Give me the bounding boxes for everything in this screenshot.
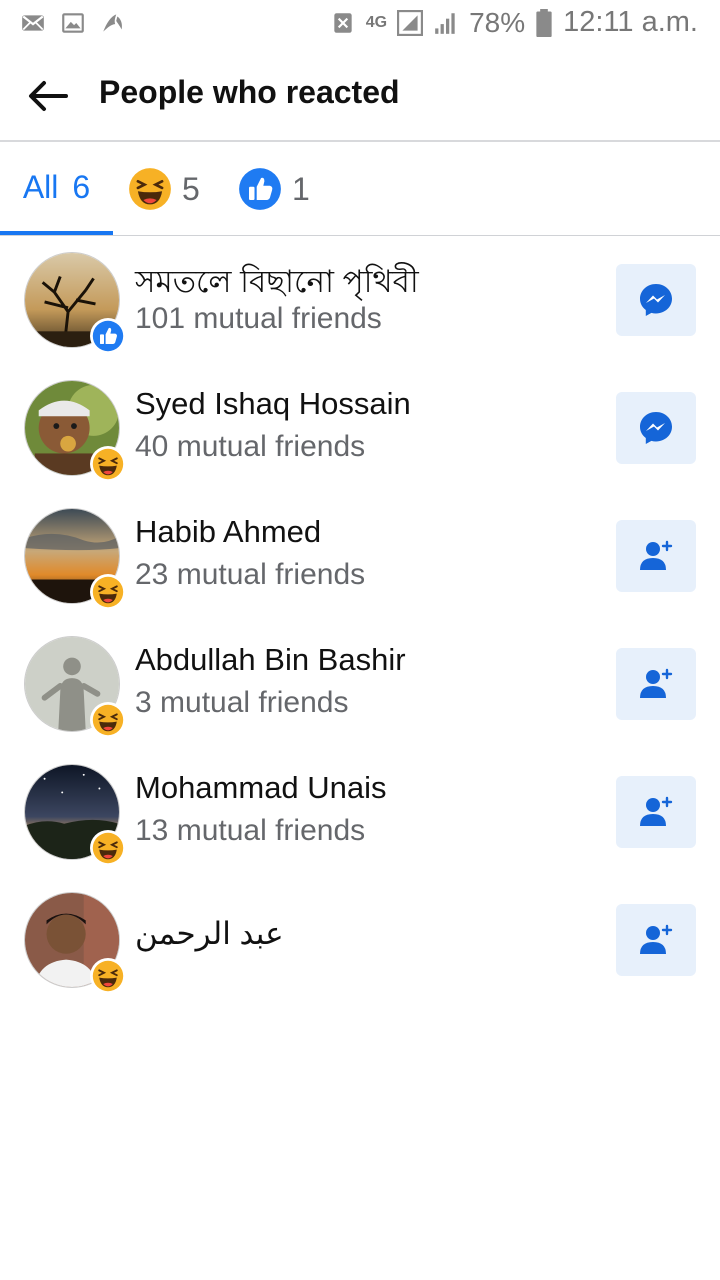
battery-percent: 78% — [469, 6, 526, 38]
person-name[interactable]: Syed Ishaq Hossain — [135, 386, 411, 422]
network-type: 4G — [365, 13, 388, 31]
back-arrow-icon[interactable] — [22, 70, 74, 122]
haha-reaction-icon — [90, 446, 126, 482]
mutual-friends: 40 mutual friends — [135, 430, 366, 463]
add-friend-icon — [640, 796, 673, 826]
add-friend-icon — [640, 668, 673, 698]
avatar-container — [24, 508, 126, 610]
tab-haha-count: 5 — [182, 170, 200, 207]
list-item[interactable]: Habib Ahmed 23 mutual friends — [0, 492, 720, 620]
mail-icon — [22, 15, 44, 31]
haha-reaction-icon — [90, 574, 126, 610]
tab-haha[interactable]: 5 — [128, 143, 200, 235]
haha-reaction-icon — [90, 830, 126, 866]
system-status: 4G 78% 12:11 a.m. — [330, 6, 698, 39]
signal-box-icon — [397, 9, 424, 36]
add-friend-button[interactable] — [616, 776, 696, 848]
message-button[interactable] — [616, 392, 696, 464]
mutual-friends: 13 mutual friends — [135, 814, 366, 847]
add-friend-icon — [640, 540, 673, 570]
avatar-container — [24, 636, 126, 738]
messenger-icon — [640, 284, 672, 316]
page-title: People who reacted — [99, 74, 400, 110]
person-name[interactable]: عبد الرحمن — [135, 916, 284, 952]
haha-reaction-icon — [90, 958, 126, 994]
list-item[interactable]: Abdullah Bin Bashir 3 mutual friends — [0, 620, 720, 748]
mutual-friends: 101 mutual friends — [135, 302, 382, 335]
avatar-container — [24, 764, 126, 866]
reactions-list: সমতলে বিছানো পৃথিবী 101 mutual friends S… — [0, 236, 720, 1004]
image-icon — [62, 13, 84, 33]
haha-reaction-icon — [90, 702, 126, 738]
avatar-container — [24, 892, 126, 994]
add-friend-button[interactable] — [616, 904, 696, 976]
tab-like-count: 1 — [292, 170, 310, 207]
add-friend-button[interactable] — [616, 648, 696, 720]
clock: 12:11 a.m. — [563, 6, 698, 38]
app-bar: People who reacted — [0, 48, 720, 142]
battery-icon — [536, 8, 552, 37]
status-bar: 4G 78% 12:11 a.m. — [0, 0, 720, 48]
tab-all[interactable]: All 6 — [0, 143, 113, 235]
tab-like[interactable]: 1 — [238, 143, 310, 235]
message-button[interactable] — [616, 264, 696, 336]
like-reaction-icon — [239, 168, 281, 210]
signal-bars-icon — [435, 12, 455, 34]
sim-icon — [334, 12, 352, 33]
notification-icons — [20, 10, 126, 36]
avatar-container — [24, 252, 126, 354]
reaction-tabs: All 6 5 1 — [0, 143, 720, 236]
haha-reaction-icon — [129, 168, 171, 210]
add-friend-icon — [640, 924, 673, 954]
person-name[interactable]: Habib Ahmed — [135, 514, 321, 550]
tab-all-count: 6 — [72, 168, 91, 205]
mutual-friends: 23 mutual friends — [135, 558, 366, 591]
list-item[interactable]: সমতলে বিছানো পৃথিবী 101 mutual friends — [0, 236, 720, 364]
person-name[interactable]: Mohammad Unais — [135, 770, 387, 806]
grameenphone-logo-icon — [103, 14, 122, 32]
like-reaction-icon — [90, 318, 126, 354]
list-item[interactable]: Syed Ishaq Hossain 40 mutual friends — [0, 364, 720, 492]
mutual-friends: 3 mutual friends — [135, 686, 349, 719]
list-item[interactable]: عبد الرحمن — [0, 876, 720, 1004]
add-friend-button[interactable] — [616, 520, 696, 592]
list-item[interactable]: Mohammad Unais 13 mutual friends — [0, 748, 720, 876]
tab-all-label: All — [22, 168, 59, 205]
person-name[interactable]: Abdullah Bin Bashir — [135, 642, 406, 678]
avatar-container — [24, 380, 126, 482]
messenger-icon — [640, 412, 672, 444]
